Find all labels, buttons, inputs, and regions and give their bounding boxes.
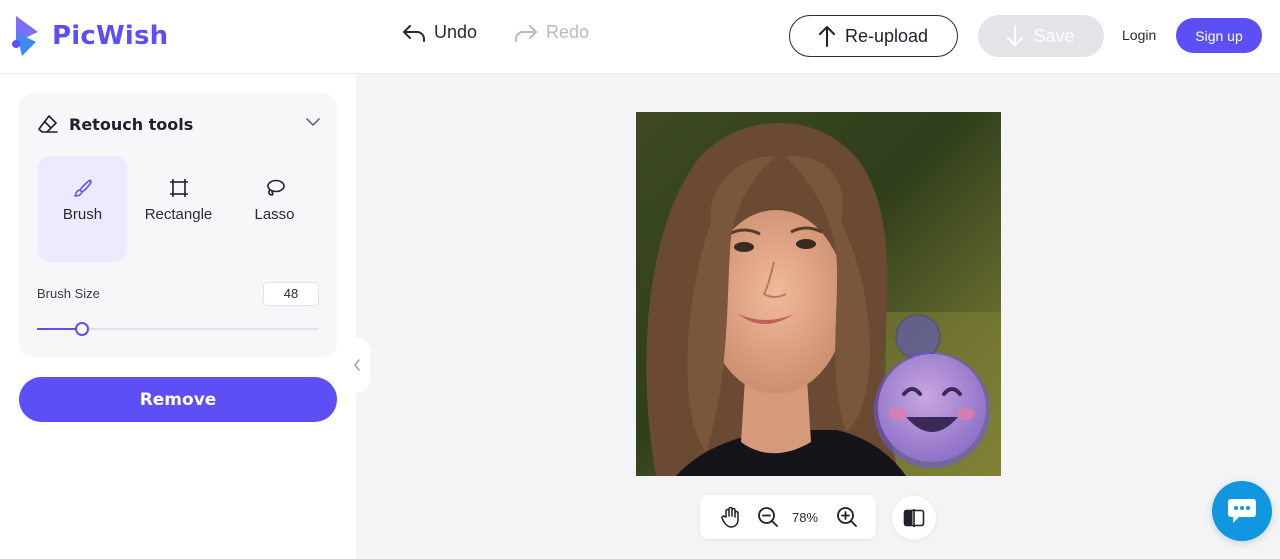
brush-tool-label: Brush xyxy=(62,206,103,223)
lasso-tool-label: Lasso xyxy=(254,206,295,223)
reupload-button[interactable]: Re-upload xyxy=(789,15,958,57)
upload-arrow-icon xyxy=(818,26,835,47)
chevron-down-icon[interactable] xyxy=(306,117,320,127)
brush-tool[interactable]: Brush xyxy=(38,156,127,262)
chat-button[interactable] xyxy=(1212,481,1272,541)
collapse-sidebar-button[interactable] xyxy=(344,337,370,393)
compare-button[interactable] xyxy=(892,496,936,540)
pan-button[interactable] xyxy=(721,506,741,528)
top-bar: PicWish Undo Redo Re-upload Save Login S… xyxy=(0,0,1280,74)
login-link[interactable]: Login xyxy=(1122,27,1156,43)
retouch-tools-header[interactable]: Retouch tools xyxy=(37,113,193,135)
eraser-icon xyxy=(38,115,58,133)
retouch-tools-panel: Retouch tools Brush Rectangle Lasso Brus… xyxy=(19,93,337,357)
brush-size-slider[interactable] xyxy=(37,322,319,336)
redo-label: Redo xyxy=(546,22,590,42)
hand-icon xyxy=(721,506,739,528)
sidebar: Retouch tools Brush Rectangle Lasso Brus… xyxy=(0,74,356,559)
brush-size-input[interactable]: 48 xyxy=(263,282,319,306)
chat-icon xyxy=(1228,499,1256,523)
download-arrow-icon xyxy=(1007,25,1024,46)
brush-icon xyxy=(73,179,92,197)
edited-photo[interactable] xyxy=(636,112,1001,476)
zoom-out-icon xyxy=(758,507,778,527)
signup-button[interactable]: Sign up xyxy=(1176,18,1262,53)
save-label: Save xyxy=(1033,25,1075,46)
zoom-in-icon xyxy=(837,507,857,527)
rectangle-tool[interactable]: Rectangle xyxy=(134,156,223,262)
undo-button[interactable]: Undo xyxy=(402,22,477,43)
zoom-level: 78% xyxy=(792,510,819,525)
panel-title: Retouch tools xyxy=(69,114,194,134)
redo-icon xyxy=(515,24,537,42)
rectangle-icon xyxy=(169,179,188,197)
undo-label: Undo xyxy=(434,22,478,42)
zoom-out-button[interactable] xyxy=(757,506,779,528)
compare-icon xyxy=(903,509,925,527)
brand-name: PicWish xyxy=(52,21,169,51)
lasso-icon xyxy=(266,179,285,196)
rectangle-tool-label: Rectangle xyxy=(144,206,213,223)
remove-button[interactable]: Remove xyxy=(19,377,337,422)
photo-illustration xyxy=(636,112,1001,476)
picwish-logo[interactable]: PicWish xyxy=(10,14,168,58)
undo-icon xyxy=(403,24,425,42)
brush-size-slider-handle[interactable] xyxy=(75,322,90,336)
reupload-label: Re-upload xyxy=(844,25,929,46)
lasso-tool[interactable]: Lasso xyxy=(230,156,319,262)
redo-button[interactable]: Redo xyxy=(514,22,589,43)
chevron-left-icon xyxy=(354,359,360,371)
save-button[interactable]: Save xyxy=(978,15,1104,57)
zoom-in-button[interactable] xyxy=(836,506,858,528)
brush-size-label: Brush Size xyxy=(37,286,100,301)
picwish-logo-icon xyxy=(12,16,38,56)
zoom-toolbar: 78% xyxy=(700,495,876,539)
